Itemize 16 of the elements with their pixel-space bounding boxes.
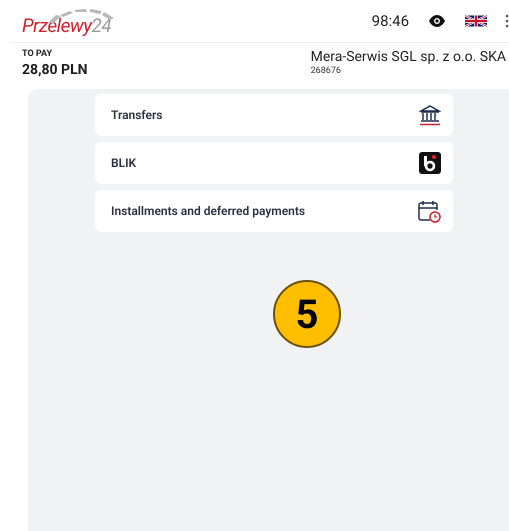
amount-text: 28,80 PLN	[22, 62, 88, 78]
payment-method-option[interactable]: Transfers	[95, 94, 453, 136]
step-number-badge: 5	[273, 280, 341, 348]
bank-icon	[419, 104, 441, 126]
merchant-id: 268676	[310, 66, 342, 76]
countdown-timer: 98:46	[372, 12, 409, 30]
flag-icon[interactable]	[465, 14, 487, 28]
menu-icon[interactable]	[505, 14, 509, 28]
calendar-clock-icon	[417, 199, 441, 223]
przelewy24-logo: Przelewy24	[22, 3, 122, 39]
payment-method-option[interactable]: Installments and deferred payments	[95, 190, 453, 232]
to-pay-label: TO PAY	[22, 49, 54, 59]
payment-method-option[interactable]: BLIK	[95, 142, 453, 184]
blik-icon	[419, 152, 441, 174]
merchant-name: Mera-Serwis SGL sp. z o.o. SKA	[310, 49, 507, 65]
eye-icon[interactable]	[429, 15, 445, 27]
